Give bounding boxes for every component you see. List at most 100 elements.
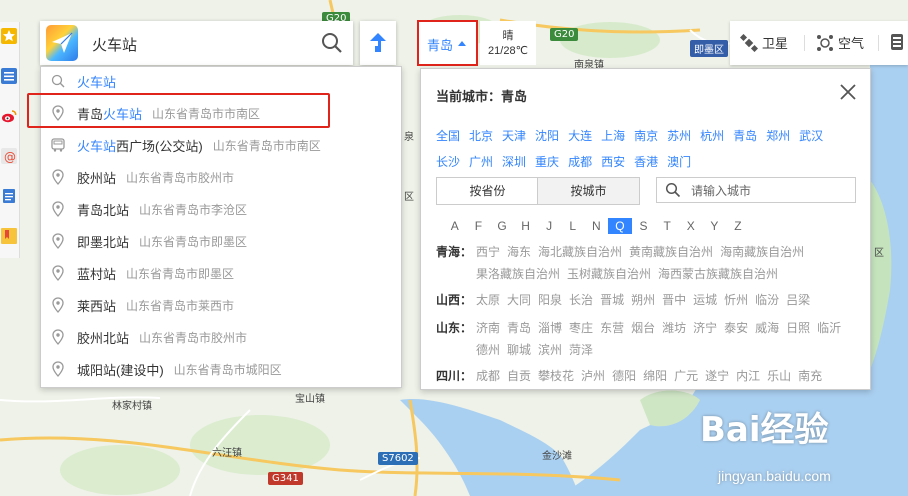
city-search-input[interactable] [689, 182, 848, 200]
satellite-button[interactable]: 卫星 [740, 33, 788, 52]
bookmark-icon[interactable] [0, 226, 18, 246]
city-link[interactable]: 德州 [476, 339, 500, 361]
hot-city-link[interactable]: 南京 [634, 123, 658, 149]
suggestion-item[interactable]: 即墨北站 山东省青岛市即墨区 [41, 225, 401, 257]
email-icon[interactable]: @ [0, 146, 18, 166]
city-link[interactable]: 泸州 [581, 365, 605, 387]
map-logo-icon[interactable] [46, 25, 78, 61]
city-link[interactable]: 济宁 [693, 317, 717, 339]
hot-city-link[interactable]: 成都 [568, 149, 592, 175]
hot-city-link[interactable]: 西安 [601, 149, 625, 175]
city-link[interactable]: 海东 [507, 241, 531, 263]
letter-filter[interactable]: T [655, 218, 679, 234]
city-link[interactable]: 广元 [674, 365, 698, 387]
hot-city-link[interactable]: 青岛 [733, 123, 757, 149]
city-link[interactable]: 烟台 [631, 317, 655, 339]
weibo-icon[interactable] [0, 106, 18, 126]
hot-city-link[interactable]: 全国 [436, 123, 460, 149]
city-search-field[interactable] [656, 177, 856, 203]
toolbox-button[interactable] [890, 33, 904, 51]
letter-filter[interactable]: F [467, 218, 491, 234]
city-link[interactable]: 运城 [693, 289, 717, 311]
city-link[interactable]: 潍坊 [662, 317, 686, 339]
city-link[interactable]: 淄博 [538, 317, 562, 339]
letter-filter[interactable]: X [679, 218, 703, 234]
document-icon[interactable] [0, 186, 18, 206]
city-link[interactable]: 乐山 [767, 365, 791, 387]
hot-city-link[interactable]: 武汉 [799, 123, 823, 149]
city-link[interactable]: 德阳 [612, 365, 636, 387]
hot-city-link[interactable]: 深圳 [502, 149, 526, 175]
city-link[interactable]: 自贡 [507, 365, 531, 387]
city-link[interactable]: 临沂 [817, 317, 841, 339]
list-icon[interactable] [0, 66, 18, 86]
suggestion-item[interactable]: 青岛北站 山东省青岛市李沧区 [41, 193, 401, 225]
letter-filter[interactable]: H [514, 218, 538, 234]
city-link[interactable]: 遂宁 [705, 365, 729, 387]
city-link[interactable]: 威海 [755, 317, 779, 339]
search-input[interactable] [90, 30, 314, 58]
suggestion-keyword[interactable]: 火车站 [41, 67, 401, 95]
star-icon[interactable] [0, 26, 18, 46]
hot-city-link[interactable]: 苏州 [667, 123, 691, 149]
suggestion-item[interactable]: 蓝村站 山东省青岛市即墨区 [41, 257, 401, 289]
hot-city-link[interactable]: 天津 [502, 123, 526, 149]
city-link[interactable]: 晋城 [600, 289, 624, 311]
city-link[interactable]: 晋中 [662, 289, 686, 311]
letter-filter[interactable]: Y [703, 218, 727, 234]
search-button[interactable] [320, 31, 344, 55]
letter-filter[interactable]: S [632, 218, 656, 234]
city-link[interactable]: 玉树藏族自治州 [567, 263, 651, 285]
city-link[interactable]: 南充 [798, 365, 822, 387]
city-link[interactable]: 长治 [569, 289, 593, 311]
city-link[interactable]: 滨州 [538, 339, 562, 361]
letter-filter[interactable]: J [537, 218, 561, 234]
hot-city-link[interactable]: 广州 [469, 149, 493, 175]
letter-filter[interactable]: A [443, 218, 467, 234]
city-link[interactable]: 枣庄 [569, 317, 593, 339]
hot-city-link[interactable]: 杭州 [700, 123, 724, 149]
tab-by-city[interactable]: 按城市 [537, 177, 640, 205]
city-link[interactable]: 海北藏族自治州 [538, 241, 622, 263]
hot-city-link[interactable]: 上海 [601, 123, 625, 149]
letter-filter[interactable]: Q [608, 218, 632, 234]
suggestion-item[interactable]: 火车站西广场(公交站) 山东省青岛市市南区 [41, 129, 401, 161]
air-quality-button[interactable]: 空气 [816, 33, 864, 52]
city-link[interactable]: 泰安 [724, 317, 748, 339]
hot-city-link[interactable]: 重庆 [535, 149, 559, 175]
letter-filter[interactable]: Z [726, 218, 750, 234]
city-link[interactable]: 成都 [476, 365, 500, 387]
letter-filter[interactable]: N [585, 218, 609, 234]
city-link[interactable]: 西宁 [476, 241, 500, 263]
city-link[interactable]: 青岛 [507, 317, 531, 339]
hot-city-link[interactable]: 北京 [469, 123, 493, 149]
city-link[interactable]: 日照 [786, 317, 810, 339]
city-link[interactable]: 海南藏族自治州 [720, 241, 804, 263]
city-link[interactable]: 黄南藏族自治州 [629, 241, 713, 263]
city-link[interactable]: 朔州 [631, 289, 655, 311]
tab-by-province[interactable]: 按省份 [436, 177, 539, 205]
city-link[interactable]: 大同 [507, 289, 531, 311]
city-link[interactable]: 聊城 [507, 339, 531, 361]
city-link[interactable]: 内江 [736, 365, 760, 387]
city-link[interactable]: 攀枝花 [538, 365, 574, 387]
suggestion-item[interactable]: 城阳站(建设中) 山东省青岛市城阳区 [41, 353, 401, 385]
suggestion-item[interactable]: 胶州站 山东省青岛市胶州市 [41, 161, 401, 193]
route-button[interactable] [360, 21, 396, 65]
city-link[interactable]: 济南 [476, 317, 500, 339]
city-link[interactable]: 菏泽 [569, 339, 593, 361]
suggestion-item[interactable]: 莱西站 山东省青岛市莱西市 [41, 289, 401, 321]
letter-filter[interactable]: G [490, 218, 514, 234]
city-link[interactable]: 果洛藏族自治州 [476, 263, 560, 285]
hot-city-link[interactable]: 长沙 [436, 149, 460, 175]
hot-city-link[interactable]: 澳门 [667, 149, 691, 175]
close-button[interactable] [839, 83, 857, 101]
hot-city-link[interactable]: 大连 [568, 123, 592, 149]
city-link[interactable]: 阳泉 [538, 289, 562, 311]
city-link[interactable]: 绵阳 [643, 365, 667, 387]
city-link[interactable]: 忻州 [724, 289, 748, 311]
hot-city-link[interactable]: 郑州 [766, 123, 790, 149]
city-link[interactable]: 海西蒙古族藏族自治州 [658, 263, 778, 285]
hot-city-link[interactable]: 沈阳 [535, 123, 559, 149]
city-link[interactable]: 东营 [600, 317, 624, 339]
